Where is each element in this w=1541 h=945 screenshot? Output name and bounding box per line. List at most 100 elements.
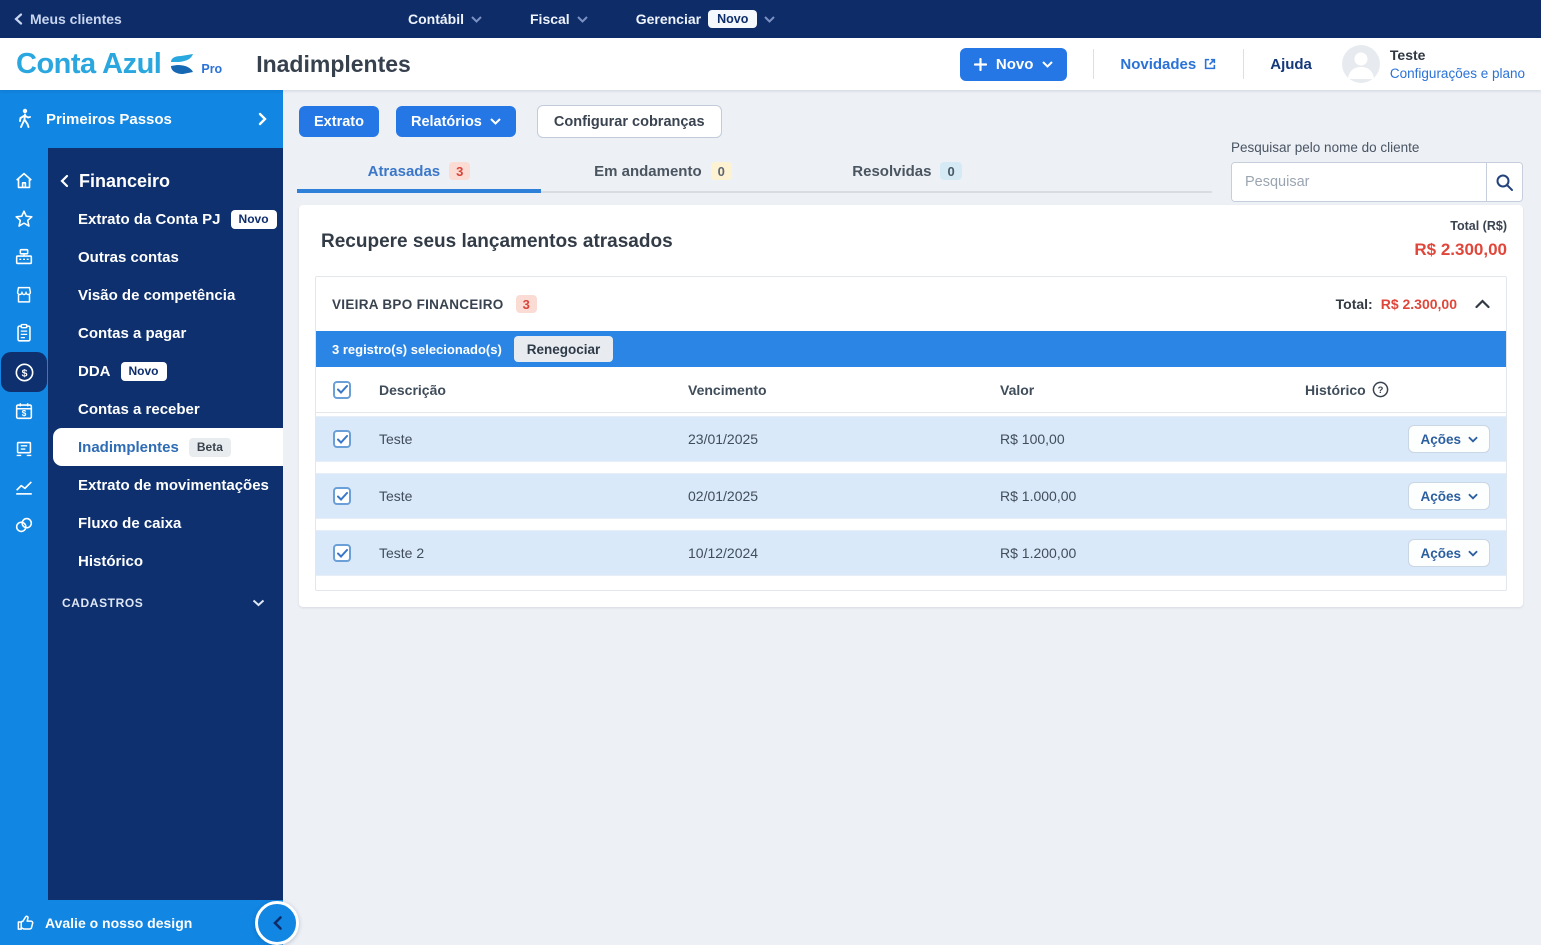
sidebar-item-contas-a-receber[interactable]: Contas a receber bbox=[48, 390, 283, 428]
menu-gerenciar[interactable]: Gerenciar Novo bbox=[636, 10, 776, 28]
toolbar: Extrato Relatórios Configurar cobranças bbox=[299, 105, 1541, 138]
acoes-label: Ações bbox=[1420, 431, 1461, 447]
user-name: Teste bbox=[1389, 47, 1426, 63]
total-label: Total (R$) bbox=[1450, 219, 1507, 233]
row-valor: R$ 1.200,00 bbox=[1000, 545, 1077, 561]
store-icon bbox=[16, 286, 32, 303]
section-title: Financeiro bbox=[79, 170, 171, 191]
group-total-label: Total: bbox=[1335, 296, 1373, 312]
tab-label: Resolvidas bbox=[852, 162, 932, 180]
acoes-button[interactable]: Ações bbox=[1408, 539, 1490, 567]
select-all-checkbox[interactable] bbox=[333, 380, 351, 399]
check-icon bbox=[336, 385, 348, 394]
chevron-down-icon bbox=[1468, 493, 1478, 500]
sidebar-item-extrato-movimentacoes[interactable]: Extrato de movimentações bbox=[48, 466, 283, 504]
rail-item-integracoes[interactable] bbox=[0, 506, 48, 544]
col-historico: Histórico bbox=[1305, 381, 1366, 398]
design-feedback-label: Avalie o nosso design bbox=[45, 914, 193, 931]
extrato-label: Extrato bbox=[314, 113, 364, 130]
rail-item-favorites[interactable] bbox=[0, 200, 48, 238]
novo-button[interactable]: Novo bbox=[959, 47, 1068, 81]
extrato-button[interactable]: Extrato bbox=[299, 106, 379, 137]
design-feedback-bar[interactable]: Avalie o nosso design bbox=[0, 900, 299, 945]
overdue-card: Recupere seus lançamentos atrasados Tota… bbox=[299, 205, 1523, 607]
client-search: Pesquisar pelo nome do cliente bbox=[1231, 140, 1523, 202]
col-valor: Valor bbox=[1000, 381, 1035, 398]
item-label: Contas a pagar bbox=[78, 324, 187, 342]
chevron-down-icon bbox=[490, 118, 501, 125]
tab-em-andamento[interactable]: Em andamento 0 bbox=[541, 162, 785, 193]
selection-count-text: 3 registro(s) selecionado(s) bbox=[332, 341, 502, 357]
col-descricao: Descrição bbox=[379, 381, 446, 398]
sidebar-item-outras-contas[interactable]: Outras contas bbox=[48, 238, 283, 276]
card-title: Recupere seus lançamentos atrasados bbox=[321, 231, 673, 252]
rail-item-sales[interactable] bbox=[0, 238, 48, 276]
sidebar-item-historico[interactable]: Histórico bbox=[48, 542, 283, 580]
cash-register-icon bbox=[15, 248, 33, 265]
home-icon bbox=[16, 172, 32, 189]
back-to-clients-link[interactable]: Meus clientes bbox=[14, 11, 122, 27]
item-label: Extrato de movimentações bbox=[78, 476, 269, 494]
acoes-button[interactable]: Ações bbox=[1408, 425, 1490, 453]
row-vencimento: 10/12/2024 bbox=[688, 545, 759, 561]
svg-text:$: $ bbox=[22, 409, 27, 418]
menu-contabil[interactable]: Contábil bbox=[408, 11, 482, 27]
menu-gerenciar-label: Gerenciar bbox=[635, 11, 702, 27]
collapse-group-icon[interactable] bbox=[1475, 299, 1490, 309]
rail-item-agenda-financeira[interactable]: $ bbox=[0, 392, 48, 430]
novidades-link[interactable]: Novidades bbox=[1120, 56, 1217, 73]
row-checkbox[interactable] bbox=[333, 487, 351, 505]
relatorios-button[interactable]: Relatórios bbox=[395, 106, 516, 137]
rail-item-home[interactable] bbox=[0, 162, 48, 200]
chevron-down-icon bbox=[1468, 550, 1478, 557]
search-input[interactable] bbox=[1232, 163, 1486, 201]
rail-item-financeiro[interactable]: $ bbox=[1, 352, 47, 392]
renegociar-button[interactable]: Renegociar bbox=[513, 336, 614, 362]
main-content: Extrato Relatórios Configurar cobranças … bbox=[283, 90, 1541, 945]
sidebar-section-cadastros[interactable]: CADASTROS bbox=[48, 584, 283, 622]
col-vencimento: Vencimento bbox=[688, 381, 767, 398]
sidebar-item-visao-competencia[interactable]: Visão de competência bbox=[48, 276, 283, 314]
client-group-header[interactable]: VIEIRA BPO FINANCEIRO 3 Total: R$ 2.300,… bbox=[316, 277, 1506, 331]
user-menu[interactable]: Teste Configurações e plano bbox=[1341, 45, 1525, 83]
rail-item-notas[interactable] bbox=[0, 430, 48, 468]
row-valor: R$ 100,00 bbox=[1000, 431, 1065, 447]
chevron-down-icon bbox=[1042, 60, 1054, 68]
check-icon bbox=[336, 491, 348, 501]
sidebar-item-contas-a-pagar[interactable]: Contas a pagar bbox=[48, 314, 283, 352]
rail-item-store[interactable] bbox=[0, 276, 48, 314]
collapse-sidebar-button[interactable] bbox=[255, 900, 299, 945]
ajuda-link[interactable]: Ajuda bbox=[1270, 56, 1312, 73]
tab-atrasadas[interactable]: Atrasadas 3 bbox=[297, 162, 541, 193]
help-icon[interactable]: ? bbox=[1372, 381, 1389, 398]
tab-resolvidas[interactable]: Resolvidas 0 bbox=[785, 162, 1029, 193]
menu-fiscal[interactable]: Fiscal bbox=[530, 11, 588, 27]
sidebar-item-inadimplentes[interactable]: Inadimplentes Beta bbox=[53, 428, 283, 466]
configurar-cobrancas-button[interactable]: Configurar cobranças bbox=[536, 105, 722, 138]
row-vencimento: 02/01/2025 bbox=[688, 488, 759, 504]
acoes-label: Ações bbox=[1420, 488, 1461, 504]
contaazul-logo[interactable]: Conta Azul Pro bbox=[16, 48, 222, 81]
tab-label: Atrasadas bbox=[367, 162, 441, 180]
rail-item-relatorios[interactable] bbox=[0, 468, 48, 506]
acoes-button[interactable]: Ações bbox=[1408, 482, 1490, 510]
svg-text:$: $ bbox=[21, 367, 27, 379]
primeiros-passos-button[interactable]: Primeiros Passos bbox=[0, 90, 283, 148]
rail-item-tasks[interactable] bbox=[0, 314, 48, 352]
plus-icon bbox=[973, 57, 987, 71]
item-label: Inadimplentes bbox=[78, 438, 179, 456]
novo-button-label: Novo bbox=[995, 55, 1034, 73]
sidebar-section-financeiro[interactable]: Financeiro bbox=[48, 162, 283, 200]
row-checkbox[interactable] bbox=[333, 544, 351, 562]
icon-rail: $ $ bbox=[0, 148, 48, 900]
search-button[interactable] bbox=[1486, 163, 1522, 201]
status-tabs: Atrasadas 3 Em andamento 0 Resolvidas 0 bbox=[297, 162, 1212, 193]
svg-text:?: ? bbox=[1377, 385, 1383, 396]
tab-count-badge: 0 bbox=[710, 162, 732, 180]
sidebar-item-dda[interactable]: DDA Novo bbox=[48, 352, 283, 390]
settings-link[interactable]: Configurações e plano bbox=[1390, 66, 1525, 81]
item-label: Fluxo de caixa bbox=[78, 514, 182, 532]
sidebar-item-extrato-conta-pj[interactable]: Extrato da Conta PJ Novo bbox=[48, 200, 283, 238]
row-checkbox[interactable] bbox=[333, 430, 351, 448]
sidebar-item-fluxo-de-caixa[interactable]: Fluxo de caixa bbox=[48, 504, 283, 542]
